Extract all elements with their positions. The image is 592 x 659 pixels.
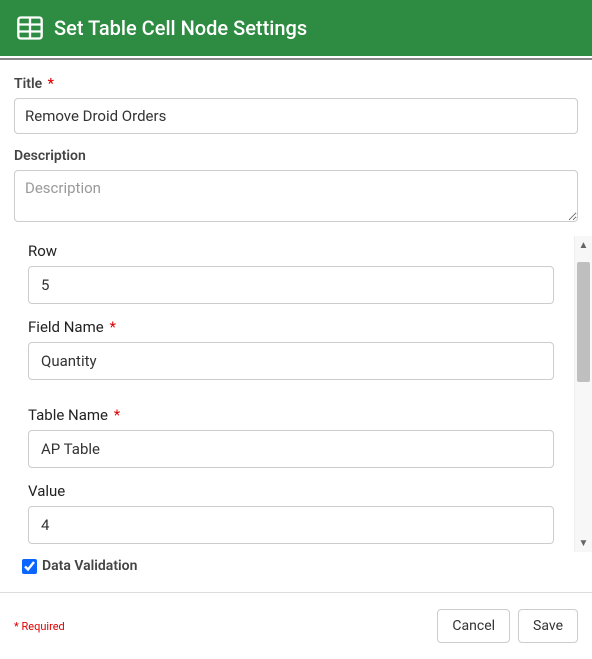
field-name-label: Field Name * <box>28 318 554 336</box>
table-name-label: Table Name * <box>28 406 554 424</box>
scrollable-form-section: Row Field Name * Table Name * Value ▲ ▼ <box>0 236 592 552</box>
title-label-text: Title <box>14 76 42 92</box>
value-label-text: Value <box>28 482 65 500</box>
form-top-section: Title * Description <box>0 60 592 236</box>
dialog-header: Set Table Cell Node Settings <box>0 0 592 56</box>
scroll-down-arrow[interactable]: ▼ <box>575 534 592 552</box>
button-group: Cancel Save <box>437 609 578 643</box>
dialog-footer: * Required Cancel Save <box>0 593 592 659</box>
table-name-input[interactable] <box>28 430 554 468</box>
title-input[interactable] <box>14 98 578 134</box>
cancel-button[interactable]: Cancel <box>437 609 510 643</box>
required-asterisk: * <box>114 406 120 424</box>
description-textarea[interactable] <box>14 170 578 222</box>
value-label: Value <box>28 482 554 500</box>
save-button[interactable]: Save <box>518 609 578 643</box>
scrollbar[interactable]: ▲ ▼ <box>574 236 592 552</box>
field-name-input[interactable] <box>28 342 554 380</box>
table-name-label-text: Table Name <box>28 406 108 424</box>
description-label: Description <box>14 148 578 164</box>
data-validation-label: Data Validation <box>42 558 137 574</box>
table-icon <box>16 14 44 42</box>
data-validation-row: Data Validation <box>0 552 592 580</box>
scroll-content: Row Field Name * Table Name * Value <box>0 236 574 552</box>
scroll-thumb[interactable] <box>577 262 590 382</box>
scroll-track[interactable] <box>575 254 592 534</box>
required-asterisk: * <box>48 76 54 92</box>
required-note: * Required <box>14 620 65 633</box>
dialog-title: Set Table Cell Node Settings <box>54 16 307 40</box>
data-validation-checkbox[interactable] <box>22 559 37 574</box>
row-label: Row <box>28 242 554 260</box>
row-input[interactable] <box>28 266 554 304</box>
scroll-up-arrow[interactable]: ▲ <box>575 236 592 254</box>
value-input[interactable] <box>28 506 554 544</box>
field-name-label-text: Field Name <box>28 318 104 336</box>
title-label: Title * <box>14 76 578 92</box>
row-label-text: Row <box>28 242 57 260</box>
required-asterisk: * <box>109 318 115 336</box>
